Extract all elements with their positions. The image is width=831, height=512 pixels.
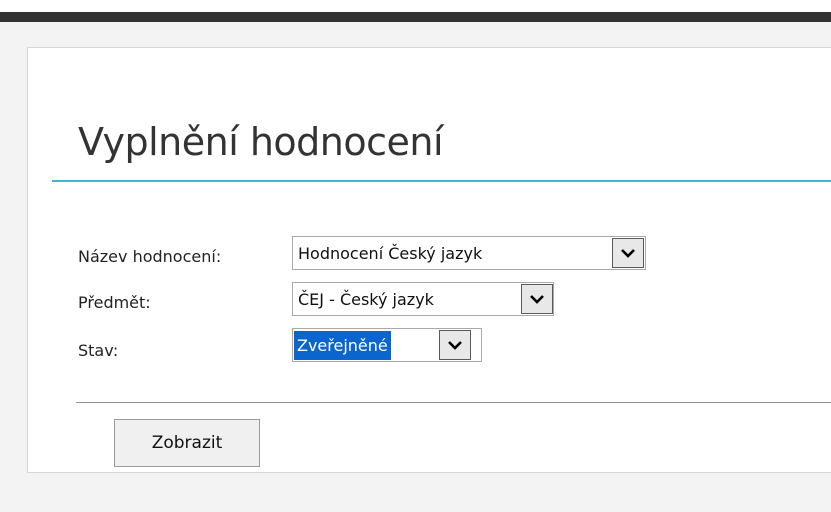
- chevron-down-icon: [448, 341, 462, 350]
- top-bar: [0, 0, 831, 22]
- chevron-down-icon: [530, 295, 544, 304]
- label-evaluation-name: Název hodnocení:: [78, 247, 222, 266]
- status-dropdown-button[interactable]: [439, 330, 471, 360]
- subject-value: ČEJ - Český jazyk: [298, 290, 434, 309]
- show-button[interactable]: Zobrazit: [114, 419, 260, 467]
- status-select[interactable]: Zveřejněné: [292, 328, 482, 362]
- page-title: Vyplnění hodnocení: [78, 120, 444, 164]
- content-panel: Vyplnění hodnocení Název hodnocení: Hodn…: [27, 47, 831, 473]
- subject-select[interactable]: ČEJ - Český jazyk: [292, 282, 554, 316]
- evaluation-name-value: Hodnocení Český jazyk: [298, 244, 483, 263]
- chevron-down-icon: [621, 249, 635, 258]
- label-status: Stav:: [78, 341, 119, 360]
- title-divider: [52, 180, 831, 182]
- top-bar-stripe: [0, 12, 831, 22]
- label-subject: Předmět:: [78, 293, 151, 312]
- evaluation-name-select[interactable]: Hodnocení Český jazyk: [292, 236, 646, 270]
- form-divider: [76, 402, 831, 403]
- subject-dropdown-button[interactable]: [521, 284, 553, 314]
- evaluation-name-dropdown-button[interactable]: [612, 238, 644, 268]
- status-value: Zveřejněné: [294, 331, 391, 360]
